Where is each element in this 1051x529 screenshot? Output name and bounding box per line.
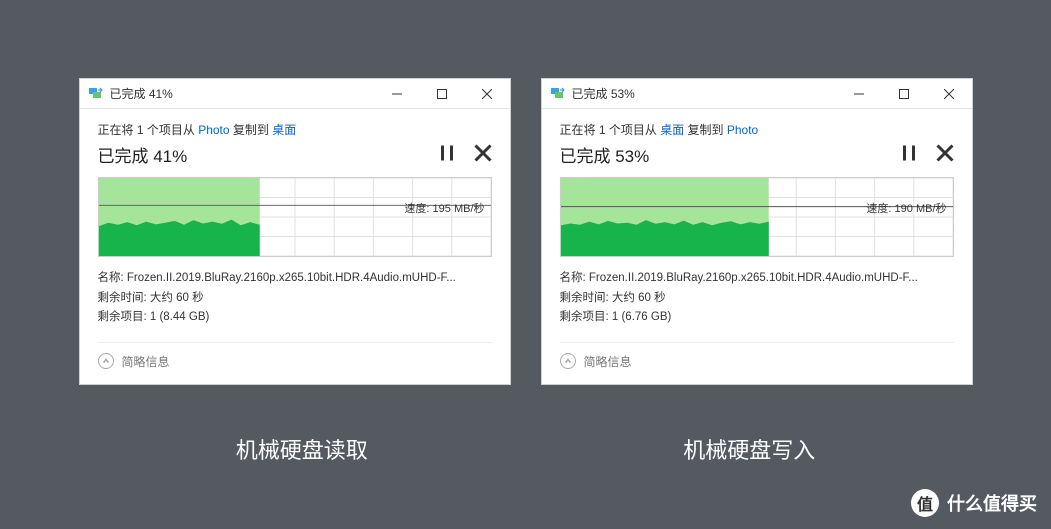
copy-prefix: 正在将 1 个项目从 — [560, 123, 661, 137]
speed-chart: 速度: 190 MB/秒 — [560, 177, 954, 257]
watermark-text: 什么值得买 — [947, 490, 1037, 516]
caption-right: 机械硬盘写入 — [533, 433, 965, 465]
watermark-badge-icon: 值 — [911, 489, 939, 517]
copy-description: 正在将 1 个项目从 Photo 复制到 桌面 — [98, 121, 492, 138]
speed-label: 速度: 195 MB/秒 — [404, 200, 484, 216]
minimize-button[interactable] — [837, 79, 882, 108]
maximize-button[interactable] — [882, 79, 927, 108]
copy-description: 正在将 1 个项目从 桌面 复制到 Photo — [560, 121, 954, 138]
maximize-button[interactable] — [420, 79, 465, 108]
time-remaining-value: 大约 60 秒 — [150, 292, 204, 304]
file-name-value: Frozen.II.2019.BluRay.2160p.x265.10bit.H… — [127, 272, 456, 284]
window-title: 已完成 53% — [572, 85, 837, 102]
items-remaining-row: 剩余项目: 1 (8.44 GB) — [98, 308, 492, 328]
window-buttons — [837, 79, 972, 108]
dest-link[interactable]: Photo — [727, 123, 758, 137]
brief-info-label: 简略信息 — [122, 353, 170, 370]
copy-dialog-left: 已完成 41% 正在将 1 个项目从 Photo 复制到 桌面 已完成 41% … — [79, 78, 511, 385]
source-link[interactable]: 桌面 — [660, 123, 684, 137]
watermark: 值 什么值得买 — [911, 489, 1037, 517]
titlebar: 已完成 41% — [80, 79, 510, 109]
copy-dialog-right: 已完成 53% 正在将 1 个项目从 桌面 复制到 Photo 已完成 53% … — [541, 78, 973, 385]
items-remaining-value: 1 (6.76 GB) — [612, 311, 671, 323]
copy-progress-icon — [88, 86, 104, 102]
window-buttons — [375, 79, 510, 108]
brief-info-label: 简略信息 — [584, 353, 632, 370]
chevron-up-icon — [560, 353, 576, 369]
copy-mid: 复制到 — [684, 123, 727, 137]
caption-left: 机械硬盘读取 — [86, 433, 518, 465]
details: 名称: Frozen.II.2019.BluRay.2160p.x265.10b… — [98, 269, 492, 328]
items-remaining-row: 剩余项目: 1 (6.76 GB) — [560, 308, 954, 328]
details: 名称: Frozen.II.2019.BluRay.2160p.x265.10b… — [560, 269, 954, 328]
minimize-button[interactable] — [375, 79, 420, 108]
brief-info-toggle[interactable]: 简略信息 — [98, 342, 492, 374]
cancel-button[interactable] — [936, 144, 954, 162]
time-remaining-row: 剩余时间: 大约 60 秒 — [98, 289, 492, 309]
items-remaining-value: 1 (8.44 GB) — [150, 311, 209, 323]
time-remaining-label: 剩余时间: — [98, 292, 150, 304]
copy-mid: 复制到 — [230, 123, 273, 137]
time-remaining-value: 大约 60 秒 — [612, 292, 666, 304]
window-title: 已完成 41% — [110, 85, 375, 102]
speed-label: 速度: 190 MB/秒 — [866, 200, 946, 216]
speed-chart: 速度: 195 MB/秒 — [98, 177, 492, 257]
titlebar: 已完成 53% — [542, 79, 972, 109]
file-name-row: 名称: Frozen.II.2019.BluRay.2160p.x265.10b… — [98, 269, 492, 289]
time-remaining-row: 剩余时间: 大约 60 秒 — [560, 289, 954, 309]
source-link[interactable]: Photo — [198, 123, 229, 137]
copy-progress-icon — [550, 86, 566, 102]
close-button[interactable] — [465, 79, 510, 108]
progress-actions — [424, 144, 491, 165]
progress-actions — [886, 144, 953, 165]
progress-percent: 已完成 53% — [560, 142, 650, 167]
items-remaining-label: 剩余项目: — [560, 311, 612, 323]
brief-info-toggle[interactable]: 简略信息 — [560, 342, 954, 374]
chevron-up-icon — [98, 353, 114, 369]
file-name-label: 名称: — [98, 272, 127, 284]
file-name-label: 名称: — [560, 272, 589, 284]
file-name-value: Frozen.II.2019.BluRay.2160p.x265.10bit.H… — [589, 272, 918, 284]
file-name-row: 名称: Frozen.II.2019.BluRay.2160p.x265.10b… — [560, 269, 954, 289]
progress-percent: 已完成 41% — [98, 142, 188, 167]
close-button[interactable] — [927, 79, 972, 108]
dest-link[interactable]: 桌面 — [272, 123, 296, 137]
copy-prefix: 正在将 1 个项目从 — [98, 123, 199, 137]
pause-button[interactable] — [438, 144, 456, 162]
items-remaining-label: 剩余项目: — [98, 311, 150, 323]
time-remaining-label: 剩余时间: — [560, 292, 612, 304]
pause-button[interactable] — [900, 144, 918, 162]
cancel-button[interactable] — [474, 144, 492, 162]
